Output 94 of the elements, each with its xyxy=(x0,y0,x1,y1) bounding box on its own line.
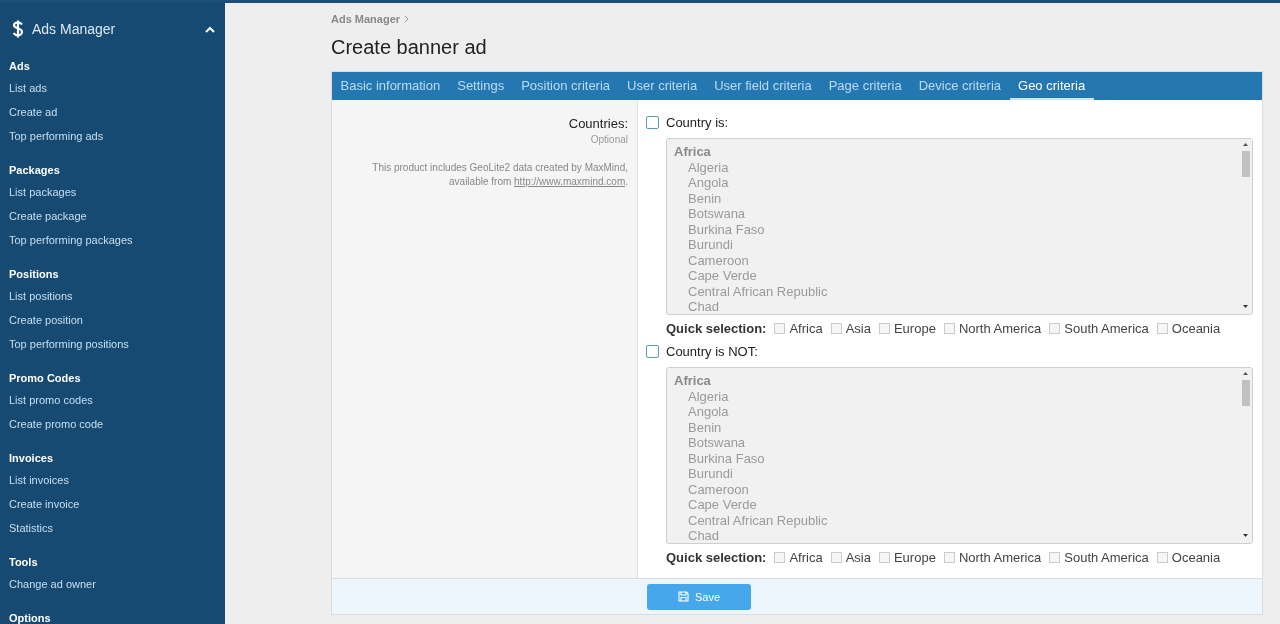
country-listbox[interactable]: Africa Algeria Angola Benin Botswana Burkina Faso Burundi Cameroon Cape Verde Central African Republic Chad xyxy=(666,367,1253,544)
checkbox-label: South America xyxy=(1064,550,1149,565)
country-option[interactable]: Burundi xyxy=(674,466,733,482)
country-option[interactable]: Burkina Faso xyxy=(674,450,765,466)
page-title: Create banner ad xyxy=(331,36,488,59)
sidebar-heading: Tools xyxy=(9,556,39,568)
dollar-icon xyxy=(12,20,24,38)
tab[interactable]: Position criteria xyxy=(512,72,619,100)
tab[interactable]: Basic information xyxy=(332,72,449,100)
sidebar-link[interactable]: List promo codes xyxy=(9,388,93,412)
country-option[interactable]: Algeria xyxy=(674,159,729,175)
checkbox-label: Asia xyxy=(845,321,871,336)
checkbox-label: Asia xyxy=(845,550,871,565)
tab[interactable]: Settings xyxy=(448,72,513,100)
sidebar-link[interactable]: Create ad xyxy=(9,100,58,124)
sidebar-link[interactable]: Statistics xyxy=(9,516,53,540)
checkbox-label: Oceania xyxy=(1171,321,1221,336)
country-option[interactable]: Chad xyxy=(674,528,720,543)
tab[interactable]: Geo criteria xyxy=(1009,72,1094,100)
group-label: Africa xyxy=(674,373,712,389)
country-option[interactable]: Chad xyxy=(674,299,720,314)
checkbox[interactable] xyxy=(1049,552,1061,563)
sidebar-link[interactable]: Top performing packages xyxy=(9,228,133,252)
quick-selection-label: Quick selection: xyxy=(666,321,767,336)
sidebar-heading: Packages xyxy=(9,164,61,176)
checkbox[interactable] xyxy=(774,552,786,563)
checkbox-label: Europe xyxy=(893,550,936,565)
sidebar-link[interactable]: Create package xyxy=(9,204,87,228)
save-button[interactable]: Save xyxy=(647,583,751,610)
chevron-icon xyxy=(404,15,410,23)
tab[interactable]: User field criteria xyxy=(705,72,821,100)
sidebar-link[interactable]: Create invoice xyxy=(9,492,80,516)
checkbox[interactable] xyxy=(1049,323,1061,334)
checkbox-label: South America xyxy=(1064,321,1149,336)
checkbox[interactable] xyxy=(1156,323,1168,334)
country-option[interactable]: Benin xyxy=(674,419,722,435)
sidebar-title: Ads Manager xyxy=(32,21,117,37)
country-option[interactable]: Central African Republic xyxy=(674,283,828,299)
country-option[interactable]: Angola xyxy=(674,404,729,420)
checkbox[interactable] xyxy=(943,323,955,334)
sidebar-heading: Promo Codes xyxy=(9,372,82,384)
country-option[interactable]: Benin xyxy=(674,190,722,206)
sidebar-link[interactable]: List ads xyxy=(9,76,47,100)
sidebar-link[interactable]: Create position xyxy=(9,308,83,332)
tab[interactable]: Page criteria xyxy=(820,72,911,100)
checkbox-label: Africa xyxy=(789,321,823,336)
checkbox[interactable] xyxy=(830,323,842,334)
country-option[interactable]: Cape Verde xyxy=(674,497,757,513)
checkbox[interactable] xyxy=(878,323,890,334)
checkbox[interactable] xyxy=(878,552,890,563)
country-option[interactable]: Cameroon xyxy=(674,252,749,268)
attribution-note: This product includes GeoLite2 data created by MaxMind, available from http://www.maxmind.com. xyxy=(371,161,628,189)
checkbox-label: Country is: xyxy=(666,115,729,130)
sidebar-link[interactable]: List positions xyxy=(9,284,73,308)
quick-selection-label: Quick selection: xyxy=(666,550,767,565)
checkbox-label: Africa xyxy=(789,550,823,565)
country-option[interactable]: Burundi xyxy=(674,237,733,253)
breadcrumb-link[interactable]: Ads Manager xyxy=(331,13,401,25)
country-option[interactable]: Cameroon xyxy=(674,481,749,497)
group-label: Africa xyxy=(674,144,712,160)
checkbox[interactable] xyxy=(1156,552,1168,563)
checkbox[interactable] xyxy=(774,323,786,334)
field-label: Countries: xyxy=(567,116,628,131)
tab[interactable]: User criteria xyxy=(618,72,706,100)
checkbox[interactable] xyxy=(646,116,659,129)
country-listbox[interactable]: Africa Algeria Angola Benin Botswana Burkina Faso Burundi Cameroon Cape Verde Central African Republic Chad xyxy=(666,138,1253,315)
checkbox-label: North America xyxy=(958,321,1042,336)
sidebar-heading: Positions xyxy=(9,268,60,280)
sidebar-link[interactable]: Top performing ads xyxy=(9,124,104,148)
sidebar-heading: Options xyxy=(9,612,52,624)
country-option[interactable]: Cape Verde xyxy=(674,268,757,284)
sidebar-heading: Invoices xyxy=(9,452,55,464)
country-option[interactable]: Botswana xyxy=(674,206,746,222)
country-option[interactable]: Botswana xyxy=(674,435,746,451)
sidebar-link[interactable]: Change ad owner xyxy=(9,572,96,596)
country-option[interactable]: Angola xyxy=(674,175,729,191)
chevron-icon[interactable] xyxy=(205,25,215,33)
checkbox[interactable] xyxy=(830,552,842,563)
checkbox[interactable] xyxy=(646,345,659,358)
sidebar-link[interactable]: Top performing positions xyxy=(9,332,129,356)
checkbox-label: North America xyxy=(958,550,1042,565)
field-hint: Optional xyxy=(589,134,628,145)
country-option[interactable]: Burkina Faso xyxy=(674,221,765,237)
checkbox-label: Country is NOT: xyxy=(666,344,758,359)
sidebar-link[interactable]: List invoices xyxy=(9,468,69,492)
country-option[interactable]: Central African Republic xyxy=(674,512,828,528)
sidebar-link[interactable]: List packages xyxy=(9,180,77,204)
checkbox[interactable] xyxy=(943,552,955,563)
checkbox-label: Europe xyxy=(893,321,936,336)
sidebar-heading: Ads xyxy=(9,60,31,72)
sidebar-link[interactable]: Create promo code xyxy=(9,412,104,436)
checkbox-label: Oceania xyxy=(1171,550,1221,565)
tab[interactable]: Device criteria xyxy=(910,72,1010,100)
country-option[interactable]: Algeria xyxy=(674,388,729,404)
